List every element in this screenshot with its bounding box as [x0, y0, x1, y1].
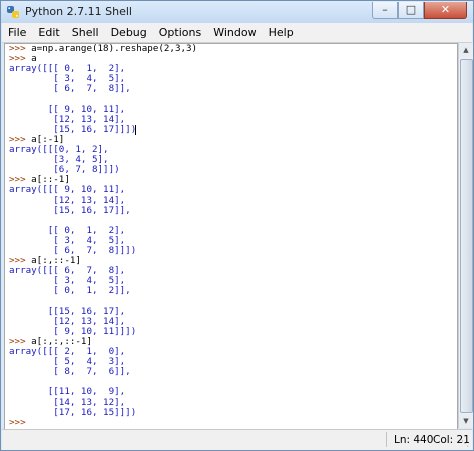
close-icon: ✕ — [440, 3, 451, 16]
menu-bar: File Edit Shell Debug Options Window Hel… — [2, 23, 472, 43]
minimize-icon: – — [382, 3, 388, 16]
menu-shell[interactable]: Shell — [66, 23, 105, 42]
close-button[interactable]: ✕ — [424, 2, 467, 19]
output-line: [ 0, 1, 2]], — [9, 285, 131, 297]
menu-file[interactable]: File — [2, 23, 32, 42]
scrollbar-thumb[interactable] — [460, 59, 473, 413]
output-line: [15, 16, 17]], — [9, 204, 131, 216]
output-line: [ 8, 7, 6]], — [9, 366, 131, 378]
status-divider — [386, 432, 387, 447]
line-number: Ln: 440 — [394, 434, 434, 446]
maximize-icon: □ — [405, 3, 417, 16]
input-line: >>> — [9, 416, 32, 428]
title-bar[interactable]: Python 2.7.11 Shell – □ ✕ — [1, 1, 473, 23]
vertical-scrollbar[interactable]: ▲ ▼ — [458, 43, 473, 428]
minimize-button[interactable]: – — [372, 2, 398, 19]
scroll-down-arrow[interactable]: ▼ — [459, 414, 473, 428]
menu-edit[interactable]: Edit — [32, 23, 65, 42]
status-bar: Ln: 440 Col: 21 ⋱ — [2, 429, 472, 450]
text-cursor — [135, 124, 136, 135]
python-icon — [7, 6, 19, 18]
window-title: Python 2.7.11 Shell — [25, 5, 132, 18]
output-text: [15, 16, 17]], — [9, 204, 131, 216]
maximize-button[interactable]: □ — [398, 2, 424, 19]
shell-prompt: >>> — [9, 416, 32, 428]
menu-window[interactable]: Window — [207, 23, 262, 42]
output-text: [ 8, 7, 6]], — [9, 366, 131, 378]
output-line: [ 6, 7, 8]], — [9, 83, 131, 95]
scroll-up-arrow[interactable]: ▲ — [459, 43, 473, 57]
menu-help[interactable]: Help — [263, 23, 300, 42]
window-controls: – □ ✕ — [372, 2, 467, 20]
output-text: [ 6, 7, 8]], — [9, 83, 131, 95]
menu-options[interactable]: Options — [153, 23, 207, 42]
resize-grip-icon[interactable]: ⋱ — [461, 439, 471, 449]
output-text: [ 0, 1, 2]], — [9, 285, 131, 297]
command-text: a=np.arange(18).reshape(2,3,3) — [31, 43, 198, 54]
menu-debug[interactable]: Debug — [105, 23, 153, 42]
input-line: >>> a=np.arange(18).reshape(2,3,3) — [9, 44, 197, 54]
shell-text-area[interactable]: >>> a=np.arange(18).reshape(2,3,3) >>> aa… — [4, 43, 458, 430]
idle-shell-window: Python 2.7.11 Shell – □ ✕ File Edit Shel… — [0, 0, 474, 451]
